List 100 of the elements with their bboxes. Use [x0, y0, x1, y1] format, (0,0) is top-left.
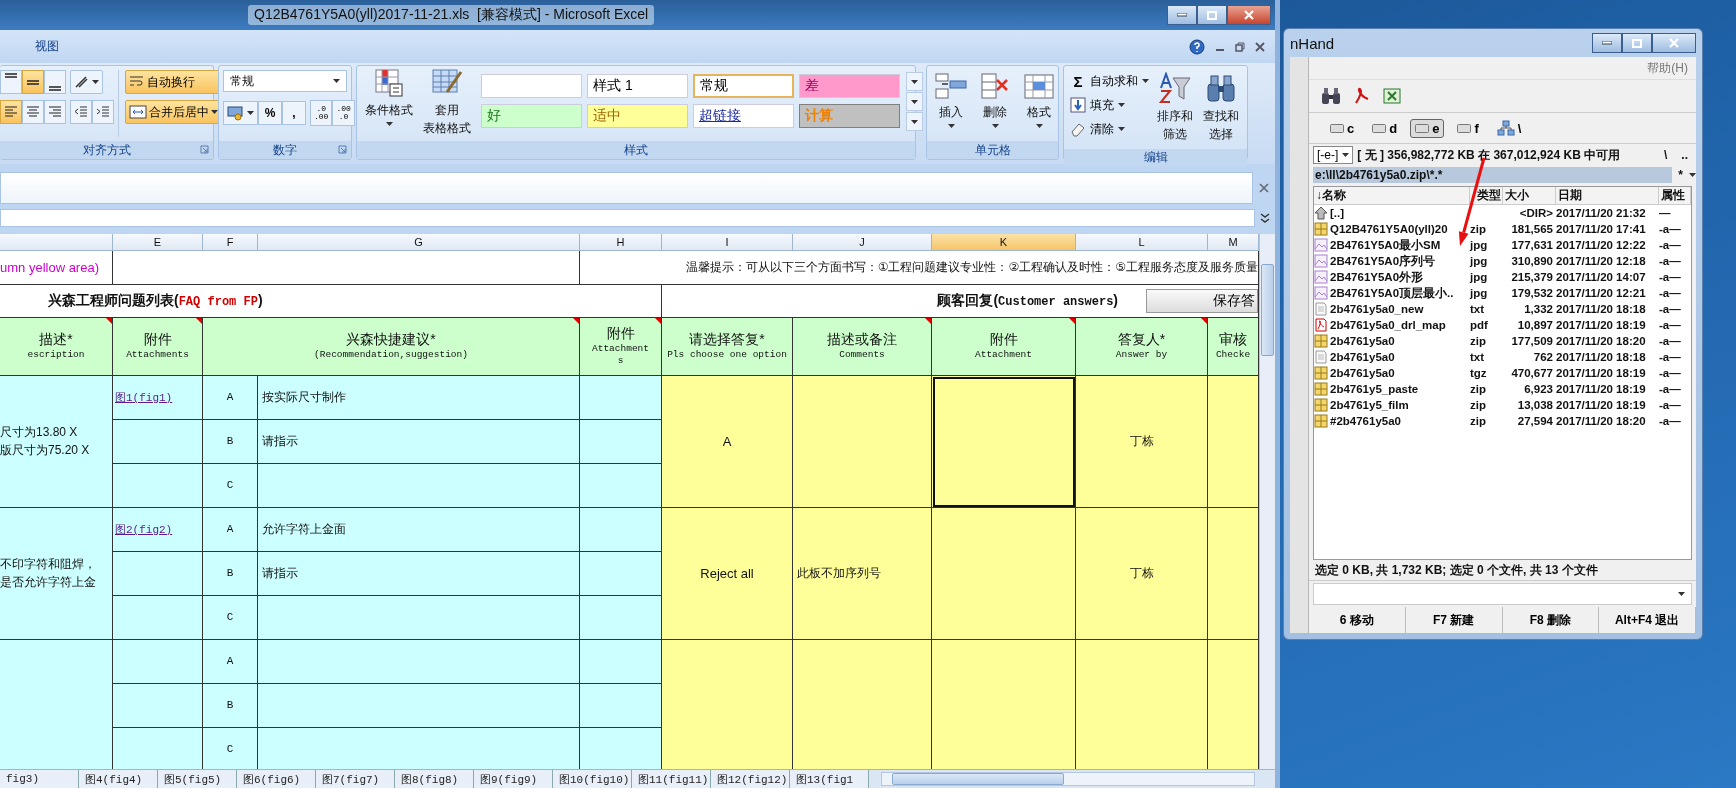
- column-header[interactable]: H: [580, 234, 662, 251]
- file-row[interactable]: 2B4761Y5A0最小SM jpg 177,631 2017/11/20 12:22 -a—: [1314, 237, 1691, 253]
- column-header[interactable]: I: [662, 234, 793, 251]
- column-header[interactable]: G: [258, 234, 580, 251]
- dialog-launcher-icon[interactable]: [200, 145, 209, 154]
- file-row[interactable]: 2b4761y5a0 tgz 470,677 2017/11/20 18:19 -a—: [1314, 365, 1691, 381]
- file-row[interactable]: 2b4761y5a0 zip 177,509 2017/11/20 18:20 -a—: [1314, 333, 1691, 349]
- file-row[interactable]: 2b4761y5_film zip 13,038 2017/11/20 18:19 -a—: [1314, 397, 1691, 413]
- minimize-button[interactable]: [1592, 33, 1622, 53]
- number-format-dropdown[interactable]: 常规: [223, 70, 347, 92]
- column-header[interactable]: F: [203, 234, 258, 251]
- align-button[interactable]: [44, 70, 66, 94]
- sheet-tab[interactable]: 图11(fig11): [632, 770, 711, 788]
- dialog-launcher-icon[interactable]: [338, 145, 347, 154]
- maximize-button[interactable]: [1622, 33, 1652, 53]
- conditional-format-button[interactable]: 条件格式: [361, 66, 417, 141]
- file-row[interactable]: 2b4761y5_paste zip 6,923 2017/11/20 18:19 -a—: [1314, 381, 1691, 397]
- number-style-button[interactable]: ,: [282, 101, 306, 125]
- vertical-scrollbar[interactable]: [1259, 234, 1275, 769]
- cells-button[interactable]: 格式: [1019, 70, 1059, 137]
- file-row[interactable]: 2B4761Y5A0顶层最小.. jpg 179,532 2017/11/20 12:21 -a—: [1314, 285, 1691, 301]
- column-header[interactable]: M: [1208, 234, 1259, 251]
- sheet-tab[interactable]: 图7(fig7): [316, 770, 395, 788]
- editing-button[interactable]: Σ 自动求和: [1068, 70, 1151, 92]
- sheet-tab[interactable]: fig3): [0, 770, 79, 788]
- sheet-tab[interactable]: 图8(fig8): [395, 770, 474, 788]
- column-header[interactable]: K: [932, 234, 1076, 251]
- column-header[interactable]: ↓名称: [1314, 187, 1470, 204]
- column-header[interactable]: L: [1076, 234, 1208, 251]
- cells-button[interactable]: 插入: [931, 70, 971, 137]
- file-row[interactable]: 2B4761Y5A0外形 jpg 215,379 2017/11/20 14:07 -a—: [1314, 269, 1691, 285]
- scroll-down-button[interactable]: [906, 92, 923, 111]
- nav-link[interactable]: ..: [1681, 148, 1688, 162]
- drive-dropdown[interactable]: [-e-]: [1313, 146, 1354, 164]
- scroll-up-button[interactable]: [906, 72, 923, 91]
- cell-style-option[interactable]: 差: [799, 74, 900, 98]
- decimal-button[interactable]: .00 .0: [332, 100, 355, 126]
- column-header[interactable]: 类型: [1470, 187, 1503, 204]
- more-styles-button[interactable]: [906, 112, 923, 131]
- minimize-button[interactable]: [1167, 5, 1197, 25]
- column-header[interactable]: J: [793, 234, 932, 251]
- spreadsheet-icon[interactable]: [1383, 87, 1401, 105]
- command-field[interactable]: [1313, 583, 1692, 605]
- network-button[interactable]: \: [1491, 118, 1527, 138]
- sheet-tab[interactable]: 图10(fig10): [553, 770, 632, 788]
- menu-item[interactable]: 帮助(H): [1647, 59, 1688, 77]
- editing-button[interactable]: 清除: [1068, 118, 1151, 140]
- currency-button[interactable]: [223, 101, 258, 125]
- sheet-tab[interactable]: 图9(fig9): [474, 770, 553, 788]
- drive-button[interactable]: d: [1367, 118, 1403, 138]
- file-row[interactable]: 2b4761y5a0 txt 762 2017/11/20 18:18 -a—: [1314, 349, 1691, 365]
- sheet-tab[interactable]: 图6(fig6): [237, 770, 316, 788]
- binoculars-icon[interactable]: [1321, 87, 1341, 105]
- ribbon-tab[interactable]: 视图: [26, 34, 68, 59]
- sheet-tab[interactable]: 图4(fig4): [79, 770, 158, 788]
- cell-style-option[interactable]: 好: [481, 104, 582, 128]
- align-button[interactable]: [22, 100, 44, 124]
- close-button[interactable]: [1227, 5, 1271, 25]
- close-icon[interactable]: [1255, 41, 1265, 52]
- nav-link[interactable]: \: [1664, 148, 1668, 162]
- cells-button[interactable]: 删除: [975, 70, 1015, 137]
- restore-icon[interactable]: [1235, 41, 1245, 52]
- editing-button[interactable]: 查找和 选择: [1199, 70, 1243, 145]
- path-field[interactable]: e:\ll\2b4761y5a0.zip\*.*: [1313, 167, 1673, 183]
- sheet-tab[interactable]: 图12(fig12): [711, 770, 790, 788]
- file-row[interactable]: 2b4761y5a0_new txt 1,332 2017/11/20 18:18 -a—: [1314, 301, 1691, 317]
- drive-button[interactable]: c: [1325, 118, 1360, 138]
- column-header[interactable]: 日期: [1556, 187, 1659, 204]
- close-button[interactable]: [1652, 33, 1696, 53]
- horizontal-scrollbar[interactable]: [881, 772, 1255, 786]
- number-style-button[interactable]: %: [258, 101, 282, 125]
- figure-link[interactable]: 图2(fig2): [113, 521, 173, 537]
- indent-button[interactable]: [92, 100, 114, 124]
- file-row[interactable]: Q12B4761Y5A0(yll)20 zip 181,565 2017/11/20 17:41 -a—: [1314, 221, 1691, 237]
- figure-link[interactable]: 图1(fig1): [113, 389, 173, 405]
- formula-field[interactable]: [0, 209, 1255, 227]
- align-button[interactable]: [44, 100, 66, 124]
- column-header[interactable]: 大小: [1503, 187, 1556, 204]
- sheet-tab[interactable]: 图13(fig1: [790, 770, 869, 788]
- cell-style-option[interactable]: 样式 1: [587, 74, 688, 98]
- orientation-button[interactable]: [70, 70, 103, 94]
- file-row[interactable]: 2b4761y5a0_drl_map pdf 10,897 2017/11/20 18:19 -a—: [1314, 317, 1691, 333]
- cell-style-option[interactable]: 常规: [693, 74, 794, 98]
- drive-button[interactable]: e: [1410, 118, 1445, 138]
- cell-style-option[interactable]: 适中: [587, 104, 688, 128]
- column-header[interactable]: 属性: [1659, 187, 1691, 204]
- file-row[interactable]: [..] <DIR> 2017/11/20 21:32 —: [1314, 205, 1691, 221]
- file-row[interactable]: 2B4761Y5A0序列号 jpg 310,890 2017/11/20 12:18 -a—: [1314, 253, 1691, 269]
- help-icon[interactable]: [1189, 38, 1205, 55]
- expand-icon[interactable]: [1259, 212, 1271, 224]
- decimal-button[interactable]: .0 .00: [310, 100, 333, 126]
- sheet-tab[interactable]: 图5(fig5): [158, 770, 237, 788]
- align-button[interactable]: [0, 70, 22, 94]
- drive-button[interactable]: f: [1452, 118, 1484, 138]
- close-icon[interactable]: [1259, 183, 1269, 193]
- indent-button[interactable]: [70, 100, 92, 124]
- cell-style-option[interactable]: 超链接: [693, 104, 794, 128]
- align-button[interactable]: [22, 70, 44, 94]
- editing-button[interactable]: 填充: [1068, 94, 1151, 116]
- cell-style-option[interactable]: [481, 74, 582, 98]
